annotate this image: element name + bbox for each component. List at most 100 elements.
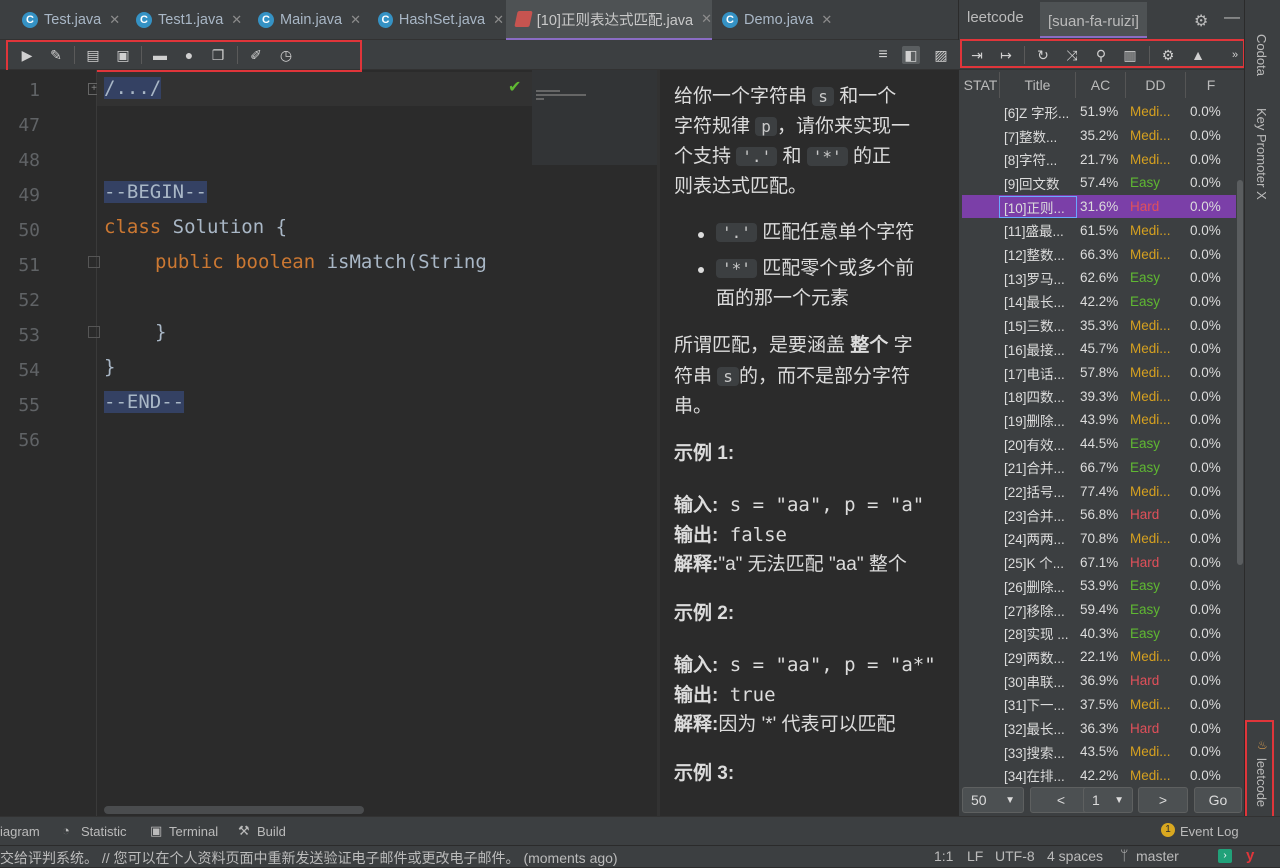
table-row[interactable]: [22]括号... 77.4% Medi... 0.0% (962, 479, 1236, 503)
code-minimap[interactable] (532, 70, 657, 165)
image-view-icon[interactable]: ▨ (932, 46, 950, 64)
next-page-button[interactable]: > (1138, 787, 1188, 813)
tool-button-event-log[interactable]: Event Log (1180, 824, 1239, 839)
shuffle-icon[interactable]: ⤨ (1063, 46, 1081, 64)
clock-icon[interactable]: ◷ (277, 46, 295, 64)
table-row[interactable]: [24]两两... 70.8% Medi... 0.0% (962, 527, 1236, 551)
gear-icon[interactable]: ⚙ (1194, 11, 1208, 31)
tool-tab-suan-fa-ruizi[interactable]: [suan-fa-ruizi] (1040, 2, 1147, 38)
run-icon[interactable]: ▶ (18, 46, 36, 64)
tab-demo-java[interactable]: C Demo.java ✕ (716, 0, 838, 40)
column-header-dd[interactable]: DD (1126, 72, 1186, 98)
table-row[interactable]: [28]实现 ... 40.3% Easy 0.0% (962, 621, 1236, 645)
git-branch[interactable]: master (1136, 848, 1179, 864)
column-header-ac[interactable]: AC (1076, 72, 1126, 98)
table-row[interactable]: [29]两数... 22.1% Medi... 0.0% (962, 645, 1236, 669)
submissions-icon[interactable]: ▤ (84, 46, 102, 64)
indent-setting[interactable]: 4 spaces (1047, 848, 1103, 864)
lightbulb-icon[interactable]: ● (180, 46, 198, 64)
table-row[interactable]: [11]盛最... 61.5% Medi... 0.0% (962, 219, 1236, 243)
table-row[interactable]: [17]电话... 57.8% Medi... 0.0% (962, 361, 1236, 385)
tab-regex-java[interactable]: [10]正则表达式匹配.java ✕ (506, 0, 712, 40)
code-line-class[interactable]: class Solution { (104, 216, 287, 238)
inspection-ok-icon[interactable]: ✔ (508, 77, 526, 96)
yapi-icon[interactable]: y (1246, 847, 1254, 864)
table-row[interactable]: [13]罗马... 62.6% Easy 0.0% (962, 266, 1236, 290)
table-row[interactable]: [10]正则... 31.6% Hard 0.0% (962, 194, 1236, 219)
column-header-title[interactable]: Title (1000, 72, 1076, 98)
list-scrollbar[interactable] (1237, 180, 1243, 565)
fold-marker-icon[interactable] (88, 256, 100, 268)
edit-note-icon[interactable]: ✐ (247, 46, 265, 64)
tab-main-java[interactable]: C Main.java ✕ (252, 0, 364, 40)
table-row[interactable]: [20]有效... 44.5% Easy 0.0% (962, 432, 1236, 456)
list-view-icon[interactable]: ≡ (874, 46, 892, 64)
copy-icon[interactable]: ❐ (209, 46, 227, 64)
table-row[interactable]: [6]Z 字形... 51.9% Medi... 0.0% (962, 100, 1236, 124)
close-icon[interactable]: ✕ (231, 12, 242, 28)
login-icon[interactable]: ⇥ (968, 46, 986, 64)
tool-tab-leetcode[interactable]: leetcode (967, 9, 1024, 26)
logout-icon[interactable]: ↦ (997, 46, 1015, 64)
tab-test-java[interactable]: C Test.java ✕ (14, 0, 122, 40)
table-row[interactable]: [12]整数... 66.3% Medi... 0.0% (962, 242, 1236, 266)
settings-icon[interactable]: ⚙ (1159, 46, 1177, 64)
tool-button-statistic[interactable]: Statistic (81, 824, 127, 839)
close-icon[interactable]: ✕ (493, 12, 504, 28)
table-row[interactable]: [30]串联... 36.9% Hard 0.0% (962, 669, 1236, 693)
refresh-icon[interactable]: ↻ (1034, 46, 1052, 64)
table-row[interactable]: [33]搜索... 43.5% Medi... 0.0% (962, 740, 1236, 764)
clear-icon[interactable]: ▲ (1189, 46, 1207, 64)
table-row[interactable]: [34]在排... 42.2% Medi... 0.0% (962, 764, 1236, 788)
tool-button-terminal[interactable]: Terminal (169, 824, 218, 839)
column-header-f[interactable]: F (1186, 72, 1236, 98)
close-icon[interactable]: ✕ (701, 11, 712, 27)
close-icon[interactable]: ✕ (821, 12, 832, 28)
codota-tool-button[interactable]: Codota (1254, 34, 1269, 76)
table-row[interactable]: [16]最接... 45.7% Medi... 0.0% (962, 337, 1236, 361)
plugin-icon[interactable]: › (1218, 849, 1232, 863)
close-icon[interactable]: ✕ (109, 12, 120, 28)
page-size-select[interactable]: 50 ▼ (962, 787, 1024, 813)
search-icon[interactable]: ⚲ (1092, 46, 1110, 64)
table-row[interactable]: [32]最长... 36.3% Hard 0.0% (962, 716, 1236, 740)
table-row[interactable]: [31]下一... 37.5% Medi... 0.0% (962, 693, 1236, 717)
table-row[interactable]: [9]回文数 57.4% Easy 0.0% (962, 171, 1236, 195)
close-icon[interactable]: ✕ (350, 12, 361, 28)
comment-icon[interactable]: ▬ (151, 46, 169, 64)
leetcode-tool-button[interactable]: leetcode (1254, 758, 1269, 807)
submit-icon[interactable]: ✎ (47, 46, 65, 64)
table-row[interactable]: [7]整数... 35.2% Medi... 0.0% (962, 124, 1236, 148)
tab-hashset-java[interactable]: C HashSet.java ✕ (372, 0, 504, 40)
more-icon[interactable]: » (1226, 46, 1244, 64)
table-row[interactable]: [27]移除... 59.4% Easy 0.0% (962, 598, 1236, 622)
tool-button-build[interactable]: Build (257, 824, 286, 839)
folded-region[interactable]: /.../ (104, 77, 162, 99)
caret-position[interactable]: 1:1 (934, 848, 953, 864)
go-button[interactable]: Go (1194, 787, 1242, 813)
tool-button-diagram[interactable]: iagram (0, 824, 40, 839)
bar-chart-icon[interactable]: ▥ (1121, 46, 1139, 64)
minimize-icon[interactable]: — (1224, 9, 1240, 27)
code-line-method[interactable]: public boolean isMatch(String (155, 251, 487, 273)
status-message[interactable]: 交给评判系统。 // 您可以在个人资料页面中重新发送验证电子邮件或更改电子邮件。… (0, 848, 618, 868)
line-separator[interactable]: LF (967, 848, 983, 864)
table-row[interactable]: [25]K 个... 67.1% Hard 0.0% (962, 550, 1236, 574)
split-view-icon[interactable]: ◧ (902, 46, 920, 64)
editor-horizontal-scrollbar[interactable] (104, 806, 364, 814)
table-row[interactable]: [14]最长... 42.2% Easy 0.0% (962, 290, 1236, 314)
history-icon[interactable]: ▣ (114, 46, 132, 64)
table-row[interactable]: [26]删除... 53.9% Easy 0.0% (962, 574, 1236, 598)
fold-marker-icon[interactable] (88, 326, 100, 338)
page-select[interactable]: 1 ▼ (1083, 787, 1133, 813)
table-row[interactable]: [15]三数... 35.3% Medi... 0.0% (962, 313, 1236, 337)
key-promoter-tool-button[interactable]: Key Promoter X (1254, 108, 1269, 200)
file-encoding[interactable]: UTF-8 (995, 848, 1035, 864)
table-row[interactable]: [23]合并... 56.8% Hard 0.0% (962, 503, 1236, 527)
column-header-stat[interactable]: STAT (962, 72, 1000, 98)
table-row[interactable]: [19]删除... 43.9% Medi... 0.0% (962, 408, 1236, 432)
tab-test1-java[interactable]: C Test1.java ✕ (130, 0, 248, 40)
table-row[interactable]: [8]字符... 21.7% Medi... 0.0% (962, 147, 1236, 171)
table-row[interactable]: [18]四数... 39.3% Medi... 0.0% (962, 384, 1236, 408)
table-row[interactable]: [21]合并... 66.7% Easy 0.0% (962, 456, 1236, 480)
